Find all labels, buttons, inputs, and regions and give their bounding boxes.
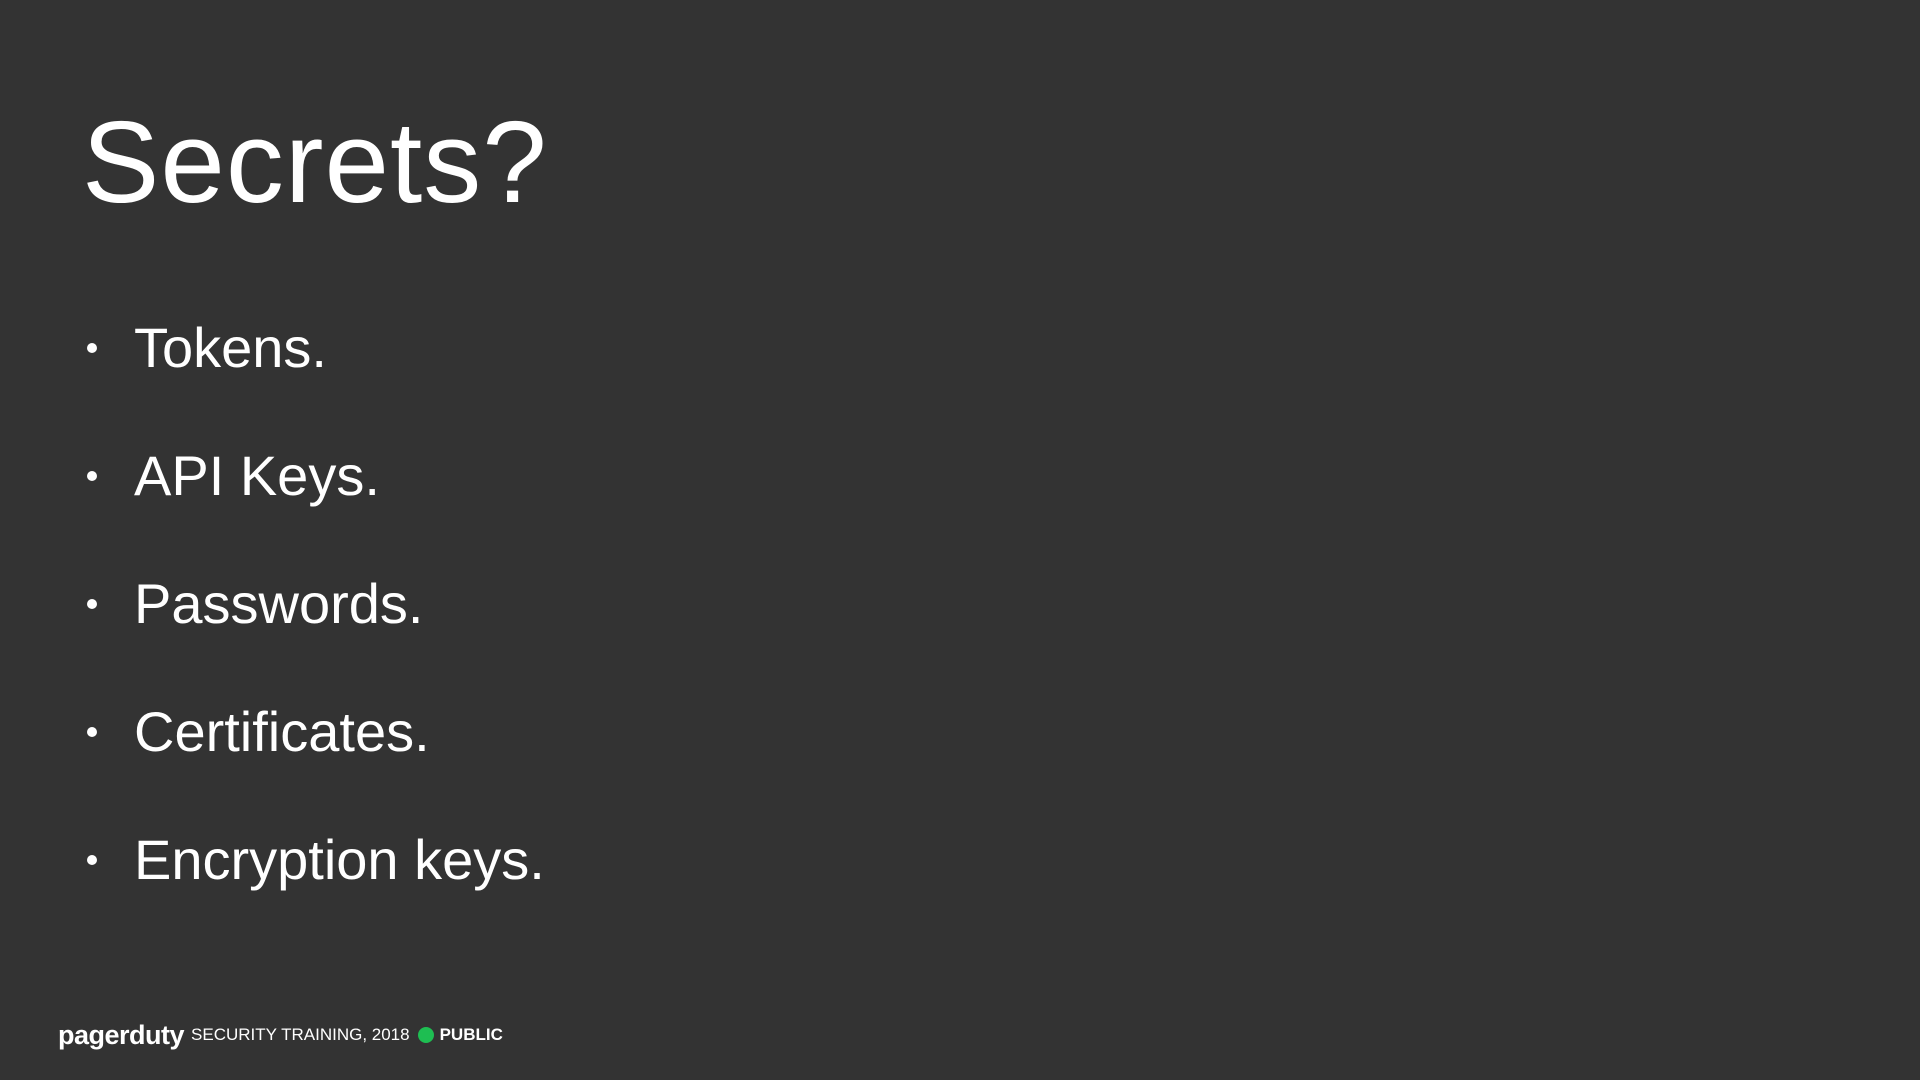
pagerduty-logo: pagerduty [58, 1020, 185, 1050]
list-item: Encryption keys. [82, 830, 545, 890]
bullet-text: Tokens. [134, 316, 327, 379]
footer: pagerduty SECURITY TRAINING, 2018 PUBLIC [58, 1020, 503, 1050]
bullet-dot-icon [87, 343, 97, 353]
slide: Secrets? Tokens. API Keys. Passwords. Ce… [0, 0, 1920, 1080]
classification-label: PUBLIC [439, 1025, 503, 1044]
slide-title: Secrets? [82, 97, 548, 227]
footer-training-label: SECURITY TRAINING, 2018 [191, 1025, 410, 1044]
bullet-list: Tokens. API Keys. Passwords. Certificate… [82, 318, 545, 958]
bullet-text: Encryption keys. [134, 828, 545, 891]
bullet-dot-icon [87, 599, 97, 609]
list-item: Certificates. [82, 702, 545, 762]
bullet-text: Passwords. [134, 572, 424, 635]
bullet-text: API Keys. [134, 444, 380, 507]
list-item: Tokens. [82, 318, 545, 378]
bullet-text: Certificates. [134, 700, 430, 763]
bullet-dot-icon [87, 471, 97, 481]
bullet-dot-icon [87, 855, 97, 865]
bullet-dot-icon [87, 727, 97, 737]
list-item: API Keys. [82, 446, 545, 506]
status-dot-icon [417, 1027, 434, 1043]
list-item: Passwords. [82, 574, 545, 634]
